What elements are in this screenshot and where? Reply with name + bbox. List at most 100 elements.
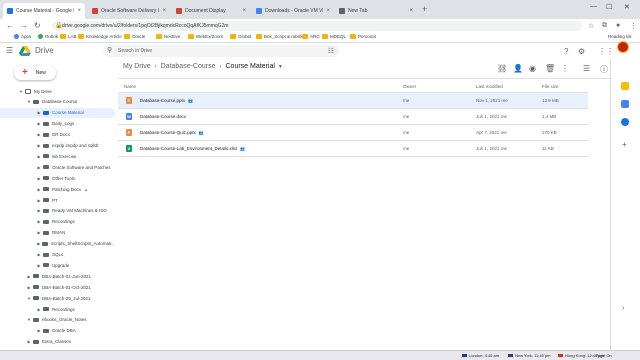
list-view-icon[interactable]: ☰ bbox=[583, 64, 590, 73]
bookmark-item[interactable]: Nexttive bbox=[156, 34, 180, 39]
settings-icon[interactable]: ⚙ bbox=[578, 47, 585, 56]
sidebar-folder-item[interactable]: ▶ Daily_Logs bbox=[0, 119, 115, 129]
expand-right-icon[interactable]: ▶ bbox=[26, 285, 32, 290]
minimize-button[interactable]: — bbox=[590, 3, 597, 10]
expand-right-icon[interactable]: ▶ bbox=[36, 328, 42, 333]
tab-close-icon[interactable]: × bbox=[409, 8, 413, 14]
sidebar-folder-item[interactable]: ▶ Ready VM Machines & ISO bbox=[0, 206, 115, 216]
expand-right-icon[interactable]: ▶ bbox=[36, 110, 42, 115]
expand-right-icon[interactable]: ▶ bbox=[36, 143, 42, 148]
sidebar-folder-item[interactable]: ▶ Oracle DBA bbox=[0, 326, 115, 336]
column-size[interactable]: File size bbox=[542, 84, 559, 89]
bookmark-item[interactable]: Personal bbox=[350, 34, 376, 39]
search-options-icon[interactable]: ☷ bbox=[328, 47, 334, 55]
breadcrumb-item[interactable]: My Drive bbox=[123, 63, 151, 70]
collapse-panel-icon[interactable]: › bbox=[622, 305, 624, 312]
expand-down-icon[interactable]: ▼ bbox=[18, 89, 24, 94]
column-owner[interactable]: Owner bbox=[403, 84, 416, 89]
tab-close-icon[interactable]: × bbox=[326, 8, 330, 14]
bookmark-item[interactable]: Apps bbox=[14, 34, 31, 39]
bookmark-item[interactable]: Bnk_Script & rubrik... bbox=[256, 34, 306, 39]
expand-right-icon[interactable]: ▶ bbox=[36, 187, 42, 192]
expand-right-icon[interactable]: ▶ bbox=[36, 165, 42, 170]
expand-right-icon[interactable]: ▶ bbox=[36, 176, 42, 181]
file-row[interactable]: P Database-Course-Quiz.pptx 👥 me Apr 7, 2021… bbox=[118, 125, 588, 140]
expand-right-icon[interactable]: ▶ bbox=[36, 208, 42, 213]
expand-right-icon[interactable]: ▶ bbox=[36, 219, 42, 224]
breadcrumb-item[interactable]: Database-Course bbox=[161, 63, 216, 70]
main-menu-icon[interactable]: ☰ bbox=[6, 46, 13, 55]
sidebar-folder-item[interactable]: ▶ lab Exercise bbox=[0, 151, 115, 161]
sidebar-folder-item[interactable]: ▶ DR Docs bbox=[0, 130, 115, 140]
tab-close-icon[interactable]: × bbox=[77, 8, 81, 14]
reading-list[interactable]: Reading list bbox=[608, 34, 632, 39]
file-row[interactable]: X Database-Course-Lab_Environment_Details… bbox=[118, 141, 588, 156]
sidebar-folder-item[interactable]: ▶ expdp impdp and sqlldr bbox=[0, 141, 115, 151]
sidebar-folder-item[interactable]: ▼ DBA-Batch-29_Jul-2021 bbox=[0, 293, 115, 303]
browser-tab[interactable]: Course Material - Google Drive× bbox=[3, 3, 85, 19]
browser-tab[interactable]: Downloads - Oracle VM VirtualB× bbox=[252, 3, 334, 19]
browser-tab[interactable]: New Tab × bbox=[335, 3, 417, 19]
sidebar-folder-item[interactable]: ▶ Oracle Software and Patches bbox=[0, 162, 115, 172]
file-row[interactable]: P Database-Course.pptx 👥 me Nov 1, 2021 me 13… bbox=[118, 93, 588, 108]
add-ons-icon[interactable]: + bbox=[622, 140, 627, 149]
preview-icon[interactable]: ◉ bbox=[529, 64, 536, 73]
back-icon[interactable]: ← bbox=[6, 21, 14, 30]
bookmark-item[interactable]: MDEQL bbox=[322, 34, 346, 39]
browser-tab[interactable]: Oracle Software Delivery Cloud× bbox=[88, 3, 170, 19]
sidebar-folder-item[interactable]: ▶ PT bbox=[0, 195, 115, 205]
details-icon[interactable]: ⓘ bbox=[600, 64, 608, 75]
expand-right-icon[interactable]: ▶ bbox=[36, 230, 42, 235]
link-icon[interactable]: ⛓ bbox=[497, 64, 507, 73]
sidebar-folder-item[interactable]: ▶ Recordings bbox=[0, 304, 115, 314]
bookmark-item[interactable]: ARG bbox=[302, 34, 320, 39]
sidebar-folder-item[interactable]: ▶ Patching Docs ▴ bbox=[0, 184, 115, 194]
close-window-button[interactable]: ✕ bbox=[624, 3, 630, 11]
profile-icon[interactable]: ● bbox=[616, 22, 620, 29]
maximize-button[interactable]: ☐ bbox=[606, 3, 612, 11]
sidebar-folder-item[interactable]: ▼ My Drive bbox=[0, 86, 115, 96]
account-avatar[interactable] bbox=[617, 41, 629, 53]
expand-right-icon[interactable]: ▶ bbox=[36, 198, 42, 203]
expand-right-icon[interactable]: ▶ bbox=[36, 252, 42, 257]
new-button[interactable]: + New bbox=[14, 66, 56, 80]
expand-right-icon[interactable]: ▶ bbox=[36, 263, 42, 268]
new-tab-button[interactable]: + bbox=[422, 4, 427, 14]
sidebar-folder-item[interactable]: ▶ SQLs bbox=[0, 250, 115, 260]
expand-down-icon[interactable]: ▼ bbox=[26, 99, 32, 104]
sidebar-folder-item[interactable]: ▼ ebooks_Oracle_Notes bbox=[0, 315, 115, 325]
more-actions-icon[interactable]: ⋮ bbox=[561, 64, 569, 73]
tab-close-icon[interactable]: × bbox=[242, 8, 246, 14]
apps-grid-icon[interactable]: ⋮⋮ bbox=[598, 47, 614, 56]
search-input[interactable]: ⚲ Search in Drive ☷ bbox=[103, 45, 339, 57]
browser-tab[interactable]: Document Display × bbox=[172, 3, 250, 19]
sidebar-folder-item[interactable]: ▶ Course Material bbox=[0, 107, 115, 118]
sidebar-folder-item[interactable]: ▶ RMAN bbox=[0, 228, 115, 238]
keep-icon[interactable] bbox=[621, 82, 629, 90]
tab-close-icon[interactable]: × bbox=[162, 8, 166, 14]
sidebar-folder-item[interactable]: ▶ Recordings bbox=[0, 217, 115, 227]
trash-icon[interactable]: 🗑 bbox=[545, 64, 555, 73]
bookmark-item[interactable]: Global bbox=[230, 34, 251, 39]
sidebar-folder-item[interactable]: ▶ Scripts_ShellScripts_Automati... bbox=[0, 239, 115, 249]
bookmark-item[interactable]: LAB bbox=[60, 34, 77, 39]
sidebar-folder-item[interactable]: ▶ Upgrade bbox=[0, 260, 115, 270]
sidebar-folder-item[interactable]: ▶ Extra_Classes bbox=[0, 337, 115, 347]
bookmark-item[interactable]: Oracle bbox=[124, 34, 145, 39]
forward-icon[interactable]: → bbox=[20, 21, 28, 30]
expand-right-icon[interactable]: ▶ bbox=[36, 121, 42, 126]
sidebar-folder-item[interactable]: ▶ DBA-Batch-01-Oct-2021 bbox=[0, 282, 115, 292]
reload-icon[interactable]: ↻ bbox=[34, 21, 41, 30]
sidebar-folder-item[interactable]: ▼ Database-Course bbox=[0, 97, 115, 107]
calendar-icon[interactable] bbox=[621, 118, 629, 126]
bookmark-item[interactable]: Knowledge Article bbox=[78, 34, 122, 39]
sidebar-folder-item[interactable]: ▶ Other Tools bbox=[0, 173, 115, 183]
expand-right-icon[interactable]: ▶ bbox=[36, 241, 41, 246]
column-modified[interactable]: Last modified bbox=[476, 84, 503, 89]
expand-right-icon[interactable]: ▶ bbox=[36, 307, 42, 312]
file-row[interactable]: W Database-Course.docx me Jun 1, 2021 me 1.4… bbox=[118, 109, 588, 124]
breadcrumb-item[interactable]: Course Material bbox=[226, 63, 275, 70]
expand-right-icon[interactable]: ▶ bbox=[26, 274, 32, 279]
tasks-icon[interactable] bbox=[621, 100, 629, 108]
bookmark-item[interactable]: WebEx/Zoom bbox=[188, 34, 223, 39]
